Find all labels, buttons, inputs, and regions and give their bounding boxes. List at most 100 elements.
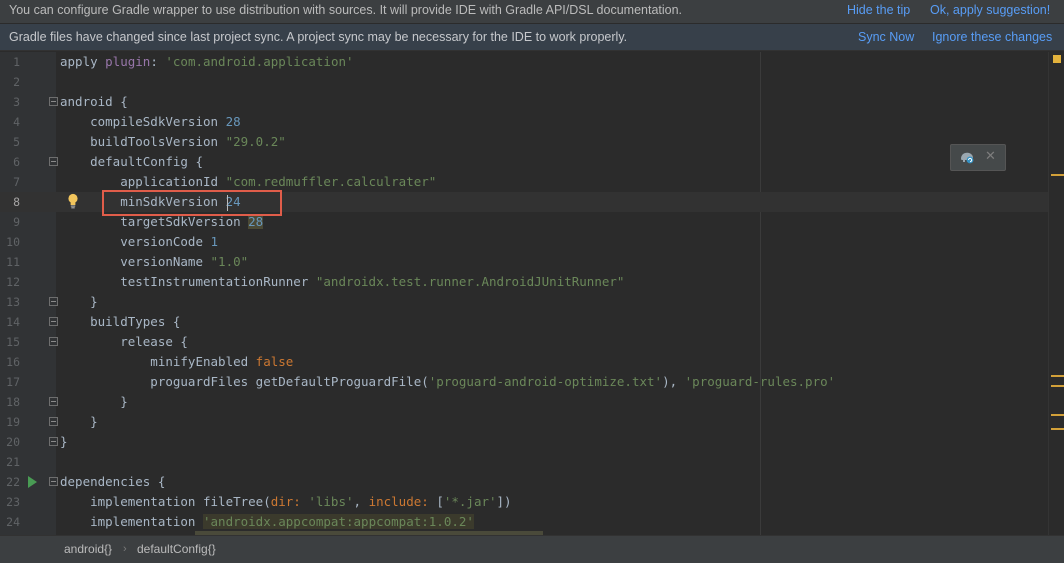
fold-marker-icon[interactable] [49,97,58,106]
code-token: ]) [496,494,512,509]
code-line-15[interactable]: 15 release { [0,332,1048,352]
warning-indicator-icon[interactable] [1053,55,1061,63]
code-token: 'androidx.appcompat:appcompat:1.0.2' [203,514,474,529]
ignore-changes-link[interactable]: Ignore these changes [932,24,1052,51]
line-number: 1 [13,55,20,69]
fold-marker-icon[interactable] [49,297,58,306]
code-token: 28 [248,214,264,229]
code-token: : [150,54,166,69]
fold-marker-icon[interactable] [49,157,58,166]
warning-marker[interactable] [1051,375,1064,377]
code-text[interactable]: buildToolsVersion "29.0.2" [60,132,286,152]
gradle-elephant-icon[interactable] [959,150,975,165]
breadcrumb-bar: android{} › defaultConfig{} [0,535,1064,563]
gradle-tip-banner: You can configure Gradle wrapper to use … [0,0,1064,24]
code-text[interactable]: implementation 'androidx.appcompat:appco… [60,512,474,532]
code-line-18[interactable]: 18 } [0,392,1048,412]
code-line-10[interactable]: 10 versionCode 1 [0,232,1048,252]
line-number: 21 [6,455,20,469]
code-text[interactable]: defaultConfig { [60,152,203,172]
gradle-sync-popup[interactable]: ✕ [950,144,1006,171]
breadcrumb-defaultconfig[interactable]: defaultConfig{} [137,536,216,563]
code-line-13[interactable]: 13 } [0,292,1048,312]
code-line-11[interactable]: 11 versionName "1.0" [0,252,1048,272]
code-line-6[interactable]: 6 defaultConfig { [0,152,1048,172]
code-line-20[interactable]: 20 } [0,432,1048,452]
code-line-16[interactable]: 16 minifyEnabled false [0,352,1048,372]
apply-suggestion-link[interactable]: Ok, apply suggestion! [930,0,1050,21]
warning-marker[interactable] [1051,428,1064,430]
fold-marker-icon[interactable] [49,397,58,406]
code-text[interactable]: minifyEnabled false [60,352,293,372]
fold-marker-icon[interactable] [49,477,58,486]
fold-marker-icon[interactable] [49,337,58,346]
code-text[interactable]: testInstrumentationRunner "androidx.test… [60,272,624,292]
chevron-right-icon: › [123,543,127,555]
code-text[interactable]: buildTypes { [60,312,180,332]
code-token: "androidx.test.runner.AndroidJUnitRunner… [315,274,625,289]
code-token: [ [436,494,444,509]
code-line-19[interactable]: 19 } [0,412,1048,432]
code-text[interactable]: versionName "1.0" [60,252,248,272]
warning-marker[interactable] [1051,174,1064,176]
line-number: 20 [6,435,20,449]
code-text[interactable]: } [60,392,128,412]
code-token: 'proguard-android-optimize.txt' [428,374,663,389]
code-line-24[interactable]: 24 implementation 'androidx.appcompat:ap… [0,512,1048,532]
line-number: 6 [13,155,20,169]
code-line-21[interactable]: 21 [0,452,1048,472]
code-text[interactable]: proguardFiles getDefaultProguardFile('pr… [60,372,835,392]
code-text[interactable]: android { [60,92,128,112]
code-token: proguardFiles getDefaultProguardFile( [60,374,429,389]
warning-marker[interactable] [1051,414,1064,416]
code-line-2[interactable]: 2 [0,72,1048,92]
code-token: testInstrumentationRunner [60,274,316,289]
code-text[interactable]: } [60,432,68,452]
hide-tip-link[interactable]: Hide the tip [847,0,910,21]
code-text[interactable]: versionCode 1 [60,232,218,252]
code-text[interactable]: } [60,292,98,312]
code-line-12[interactable]: 12 testInstrumentationRunner "androidx.t… [0,272,1048,292]
line-number: 22 [6,475,20,489]
code-token: applicationId [60,174,226,189]
code-token: "com.redmuffler.calculrater" [225,174,437,189]
code-line-3[interactable]: 3 android { [0,92,1048,112]
code-line-22[interactable]: 22 dependencies { [0,472,1048,492]
run-icon[interactable] [28,476,37,488]
breadcrumb-android[interactable]: android{} [64,536,112,563]
code-text[interactable]: applicationId "com.redmuffler.calculrate… [60,172,436,192]
code-line-1[interactable]: 1 apply plugin: 'com.android.application… [0,52,1048,72]
code-text[interactable]: release { [60,332,188,352]
warning-marker[interactable] [1051,385,1064,387]
fold-marker-icon[interactable] [49,417,58,426]
line-number: 14 [6,315,20,329]
code-text[interactable]: implementation fileTree(dir: 'libs', inc… [60,492,512,512]
code-text[interactable]: apply plugin: 'com.android.application' [60,52,354,72]
code-line-14[interactable]: 14 buildTypes { [0,312,1048,332]
tip-message: You can configure Gradle wrapper to use … [9,3,683,17]
sync-now-link[interactable]: Sync Now [858,24,914,51]
code-text[interactable]: } [60,412,98,432]
line-number: 15 [6,335,20,349]
fold-marker-icon[interactable] [49,437,58,446]
code-token: versionName [60,254,211,269]
code-token: buildToolsVersion [60,134,226,149]
code-line-23[interactable]: 23 implementation fileTree(dir: 'libs', … [0,492,1048,512]
fold-marker-icon[interactable] [49,317,58,326]
line-number: 16 [6,355,20,369]
code-line-5[interactable]: 5 buildToolsVersion "29.0.2" [0,132,1048,152]
code-text[interactable]: compileSdkVersion 28 [60,112,241,132]
min-sdk-highlight-box [102,190,282,216]
code-line-7[interactable]: 7 applicationId "com.redmuffler.calculra… [0,172,1048,192]
line-number: 19 [6,415,20,429]
code-token: 28 [225,114,241,129]
code-token: versionCode [60,234,211,249]
code-line-17[interactable]: 17 proguardFiles getDefaultProguardFile(… [0,372,1048,392]
code-text[interactable]: dependencies { [60,472,165,492]
code-editor[interactable]: 1 apply plugin: 'com.android.application… [0,52,1064,535]
close-icon[interactable]: ✕ [985,149,996,165]
line-number: 9 [13,215,20,229]
error-stripe[interactable] [1048,52,1064,535]
code-line-4[interactable]: 4 compileSdkVersion 28 [0,112,1048,132]
code-token: targetSdkVersion [60,214,249,229]
